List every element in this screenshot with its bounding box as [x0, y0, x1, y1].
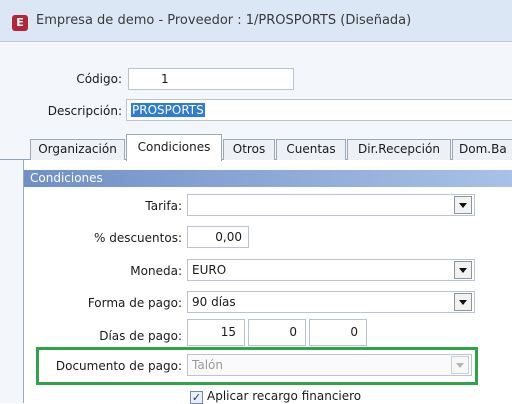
documento-pago-dropdown-button[interactable] — [451, 356, 469, 374]
moneda-dropdown-button[interactable] — [454, 261, 472, 279]
chevron-down-icon — [459, 267, 467, 273]
chevron-down-icon — [459, 202, 467, 208]
dias-pago-field-2[interactable]: 0 — [248, 319, 306, 346]
descuentos-label: % descuentos: — [93, 231, 182, 245]
descripcion-selected-text: PROSPORTS — [131, 103, 205, 117]
descuentos-field[interactable]: 0,00 — [187, 226, 249, 248]
tarifa-select[interactable] — [187, 194, 475, 216]
tarifa-dropdown-button[interactable] — [454, 196, 472, 214]
dias-pago-field-1[interactable]: 15 — [187, 319, 245, 346]
dias-pago-field-3[interactable]: 0 — [309, 319, 367, 346]
tab-organizacion[interactable]: Organización — [30, 139, 125, 160]
documento-pago-label: Documento de pago: — [55, 359, 182, 373]
tab-condiciones[interactable]: Condiciones — [126, 134, 222, 161]
tab-dir-recepcion[interactable]: Dir.Recepción — [347, 139, 451, 160]
forma-pago-dropdown-button[interactable] — [454, 293, 472, 311]
tab-otros[interactable]: Otros — [223, 139, 275, 160]
moneda-select[interactable]: EURO — [187, 259, 475, 281]
moneda-label: Moneda: — [130, 264, 182, 278]
codigo-label: Código: — [76, 72, 122, 86]
app-logo-icon: E — [12, 15, 28, 31]
checkmark-icon: ✓ — [191, 391, 202, 404]
descripcion-field[interactable]: PROSPORTS — [126, 99, 512, 121]
chevron-down-icon — [456, 362, 464, 368]
chevron-down-icon — [459, 299, 467, 305]
descripcion-label: Descripción: — [47, 104, 122, 118]
recargo-checkbox[interactable]: ✓ — [190, 391, 203, 404]
dias-pago-label: Días de pago: — [99, 329, 182, 343]
recargo-label: Aplicar recargo financiero — [207, 389, 362, 403]
tarifa-label: Tarifa: — [145, 199, 182, 213]
section-title: Condiciones — [24, 170, 512, 187]
tab-cuentas[interactable]: Cuentas — [276, 139, 346, 160]
forma-pago-label: Forma de pago: — [87, 296, 182, 310]
documento-pago-select[interactable]: Talón — [187, 354, 472, 376]
window-title: Empresa de demo - Proveedor : 1/PROSPORT… — [36, 13, 412, 28]
codigo-field[interactable]: 1 — [128, 68, 294, 90]
forma-pago-select[interactable]: 90 días — [187, 291, 475, 313]
tab-dom-ba[interactable]: Dom.Ba — [452, 139, 512, 160]
